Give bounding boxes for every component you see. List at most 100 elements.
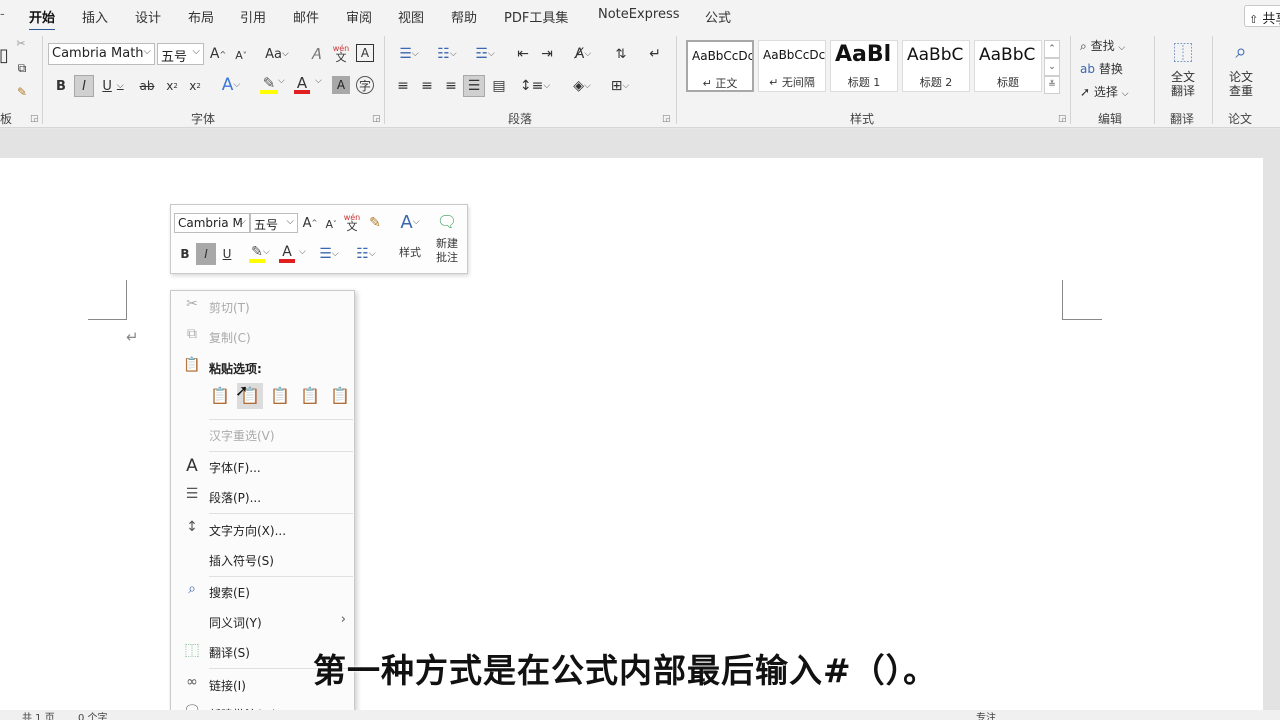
reconvert-menu-item[interactable]: 汉字重选(V) [171, 421, 354, 447]
phonetic-guide-button[interactable]: wén 文 [331, 42, 351, 64]
search-menu-item[interactable]: ⌕ 搜索(E) [171, 578, 354, 604]
paragraph-menu-item[interactable]: ☰ 段落(P)... [171, 483, 354, 509]
mini-grow-font-icon[interactable]: A ^ [301, 213, 319, 233]
change-case-button[interactable]: Aa ⌵ [260, 44, 294, 64]
replace-button[interactable]: ab 替换 [1080, 60, 1123, 77]
font-color-button[interactable]: A [290, 74, 314, 96]
font-name-combo[interactable]: Cambria Math ⌵ [48, 43, 155, 65]
chevron-down-icon[interactable]: ⌵ [299, 247, 306, 257]
align-left-icon[interactable]: ≡ [392, 76, 414, 96]
style-no-spacing[interactable]: AaBbCcDc ↵ 无间隔 [758, 40, 826, 92]
cut-icon[interactable]: ✂ [14, 36, 28, 50]
styles-launcher-icon[interactable]: ◲ [1058, 114, 1067, 124]
underline-button[interactable]: U ⌵ [98, 76, 128, 96]
menu-tab-home[interactable]: 开始 [29, 7, 56, 32]
clipboard-launcher-icon[interactable]: ◲ [30, 114, 39, 124]
superscript-button[interactable]: x2 [186, 76, 204, 96]
menu-tab-file-partial[interactable]: - [0, 7, 5, 22]
menu-tab-view[interactable]: 视图 [398, 7, 424, 26]
copy-menu-item[interactable]: ⧉ 复制(C) [171, 323, 354, 349]
chevron-down-icon[interactable]: ⌄ [1044, 58, 1060, 76]
mini-font-name-combo[interactable]: Cambria M ⌵ [174, 213, 250, 233]
menu-tab-equation[interactable]: 公式 [705, 7, 731, 26]
select-button[interactable]: ➚ 选择 ⌵ [1080, 83, 1129, 100]
bullets-icon[interactable]: ☰ ⌵ [392, 44, 426, 64]
format-painter-icon[interactable]: ✎ [14, 84, 30, 100]
subscript-button[interactable]: x2 [163, 76, 181, 96]
style-normal[interactable]: AaBbCcDc ↵ 正文 [686, 40, 754, 92]
strikethrough-button[interactable]: ab [136, 76, 158, 96]
chevron-down-icon[interactable]: ⌵ [278, 76, 285, 86]
share-button[interactable]: ⇧ 共享 [1244, 5, 1280, 27]
focus-mode-button[interactable]: 专注 [976, 710, 996, 720]
enclose-characters-icon[interactable]: 字 [356, 76, 374, 94]
style-heading-2[interactable]: AaBbC 标题 2 [902, 40, 970, 92]
paste-image-icon[interactable]: 📋 [297, 383, 323, 409]
synonyms-menu-item[interactable]: 同义词(Y) › [171, 608, 354, 634]
align-right-icon[interactable]: ≡ [440, 76, 462, 96]
mini-bullets-icon[interactable]: ☰ ⌵ [313, 243, 345, 265]
mini-new-comment-button[interactable]: 新建 批注 [431, 237, 463, 265]
translate-document-button[interactable]: 全文 翻译 [1164, 70, 1202, 98]
chevron-up-icon[interactable]: ⌃ [1044, 40, 1060, 58]
mini-shrink-font-icon[interactable]: A ˅ [323, 215, 339, 233]
font-launcher-icon[interactable]: ◲ [372, 114, 381, 124]
chevron-down-icon[interactable]: ⌵ [263, 247, 270, 257]
grow-font-button[interactable]: A ^ [208, 44, 228, 64]
menu-tab-layout[interactable]: 布局 [188, 7, 214, 26]
justify-icon[interactable]: ☰ [463, 75, 485, 97]
paper-check-icon[interactable]: ⌕ [1226, 36, 1256, 66]
new-comment-icon[interactable]: 🗨 [433, 209, 461, 233]
paper-check-button[interactable]: 论文 查重 [1222, 70, 1260, 98]
decrease-indent-icon[interactable]: ⇤ [512, 44, 534, 64]
menu-tab-design[interactable]: 设计 [135, 7, 161, 26]
italic-button[interactable]: I [74, 75, 94, 97]
increase-indent-icon[interactable]: ⇥ [536, 44, 558, 64]
paste-text-only-icon[interactable]: 📋 [327, 383, 353, 409]
mini-font-color-button[interactable]: A [277, 242, 297, 266]
shading-icon[interactable]: ◈ ⌵ [564, 76, 600, 96]
sort-icon[interactable]: ⇅ [610, 44, 632, 64]
mini-phonetic-icon[interactable]: wén 文 [343, 211, 361, 233]
copy-icon[interactable]: ⧉ [14, 60, 30, 76]
multilevel-list-icon[interactable]: ☲ ⌵ [468, 44, 502, 64]
menu-tab-references[interactable]: 引用 [240, 7, 266, 26]
borders-icon[interactable]: ⊞ ⌵ [602, 76, 638, 96]
bold-button[interactable]: B [52, 76, 70, 96]
menu-tab-insert[interactable]: 插入 [82, 7, 108, 26]
mini-underline-button[interactable]: U [218, 243, 236, 265]
mini-styles-button[interactable]: 样式 [393, 243, 427, 261]
shrink-font-button[interactable]: A ˅ [232, 46, 250, 64]
translate-document-icon[interactable]: ⿰ [1168, 36, 1198, 66]
find-button[interactable]: ⌕ 查找 ⌵ [1080, 37, 1125, 54]
align-center-icon[interactable]: ≡ [416, 76, 438, 96]
mini-numbering-icon[interactable]: ☷ ⌵ [349, 243, 383, 265]
text-effects-icon[interactable]: A ⌵ [216, 74, 246, 96]
mini-format-painter-icon[interactable]: ✎ [366, 213, 384, 233]
numbering-icon[interactable]: ☷ ⌵ [430, 44, 464, 64]
menu-tab-mailings[interactable]: 邮件 [293, 7, 319, 26]
menu-tab-review[interactable]: 审阅 [346, 7, 372, 26]
font-size-combo[interactable]: 五号 ⌵ [157, 43, 204, 65]
chevron-down-icon[interactable]: ⌵ [315, 76, 322, 86]
menu-tab-pdf-tools[interactable]: PDF工具集 [504, 7, 568, 26]
menu-tab-help[interactable]: 帮助 [451, 7, 477, 26]
distributed-icon[interactable]: ▤ [488, 76, 510, 96]
chinese-layout-icon[interactable]: A̸ ⌵ [566, 44, 600, 64]
character-shading-button[interactable]: A [332, 76, 350, 94]
mini-font-size-combo[interactable]: 五号 ⌵ [250, 213, 298, 233]
paste-keep-source-icon[interactable]: 📋 [207, 383, 233, 409]
paste-icon[interactable]: ▯ [0, 40, 9, 70]
text-direction-menu-item[interactable]: ↕ 文字方向(X)... [171, 516, 354, 542]
cut-menu-item[interactable]: ✂ 剪切(T) [171, 293, 354, 319]
clear-format-icon[interactable]: 𝐴 [306, 44, 326, 64]
style-heading-1[interactable]: AaBl 标题 1 [830, 40, 898, 92]
paragraph-launcher-icon[interactable]: ◲ [662, 114, 671, 124]
mini-styles-icon[interactable]: A ⌵ [393, 209, 427, 235]
menu-tab-noteexpress[interactable]: NoteExpress [598, 7, 680, 22]
mini-italic-button[interactable]: I [196, 243, 216, 265]
style-title[interactable]: AaBbC 标题 [974, 40, 1042, 92]
mini-bold-button[interactable]: B [176, 243, 194, 265]
show-marks-icon[interactable]: ↵ [644, 44, 666, 64]
line-spacing-icon[interactable]: ↕≡ ⌵ [518, 76, 552, 96]
